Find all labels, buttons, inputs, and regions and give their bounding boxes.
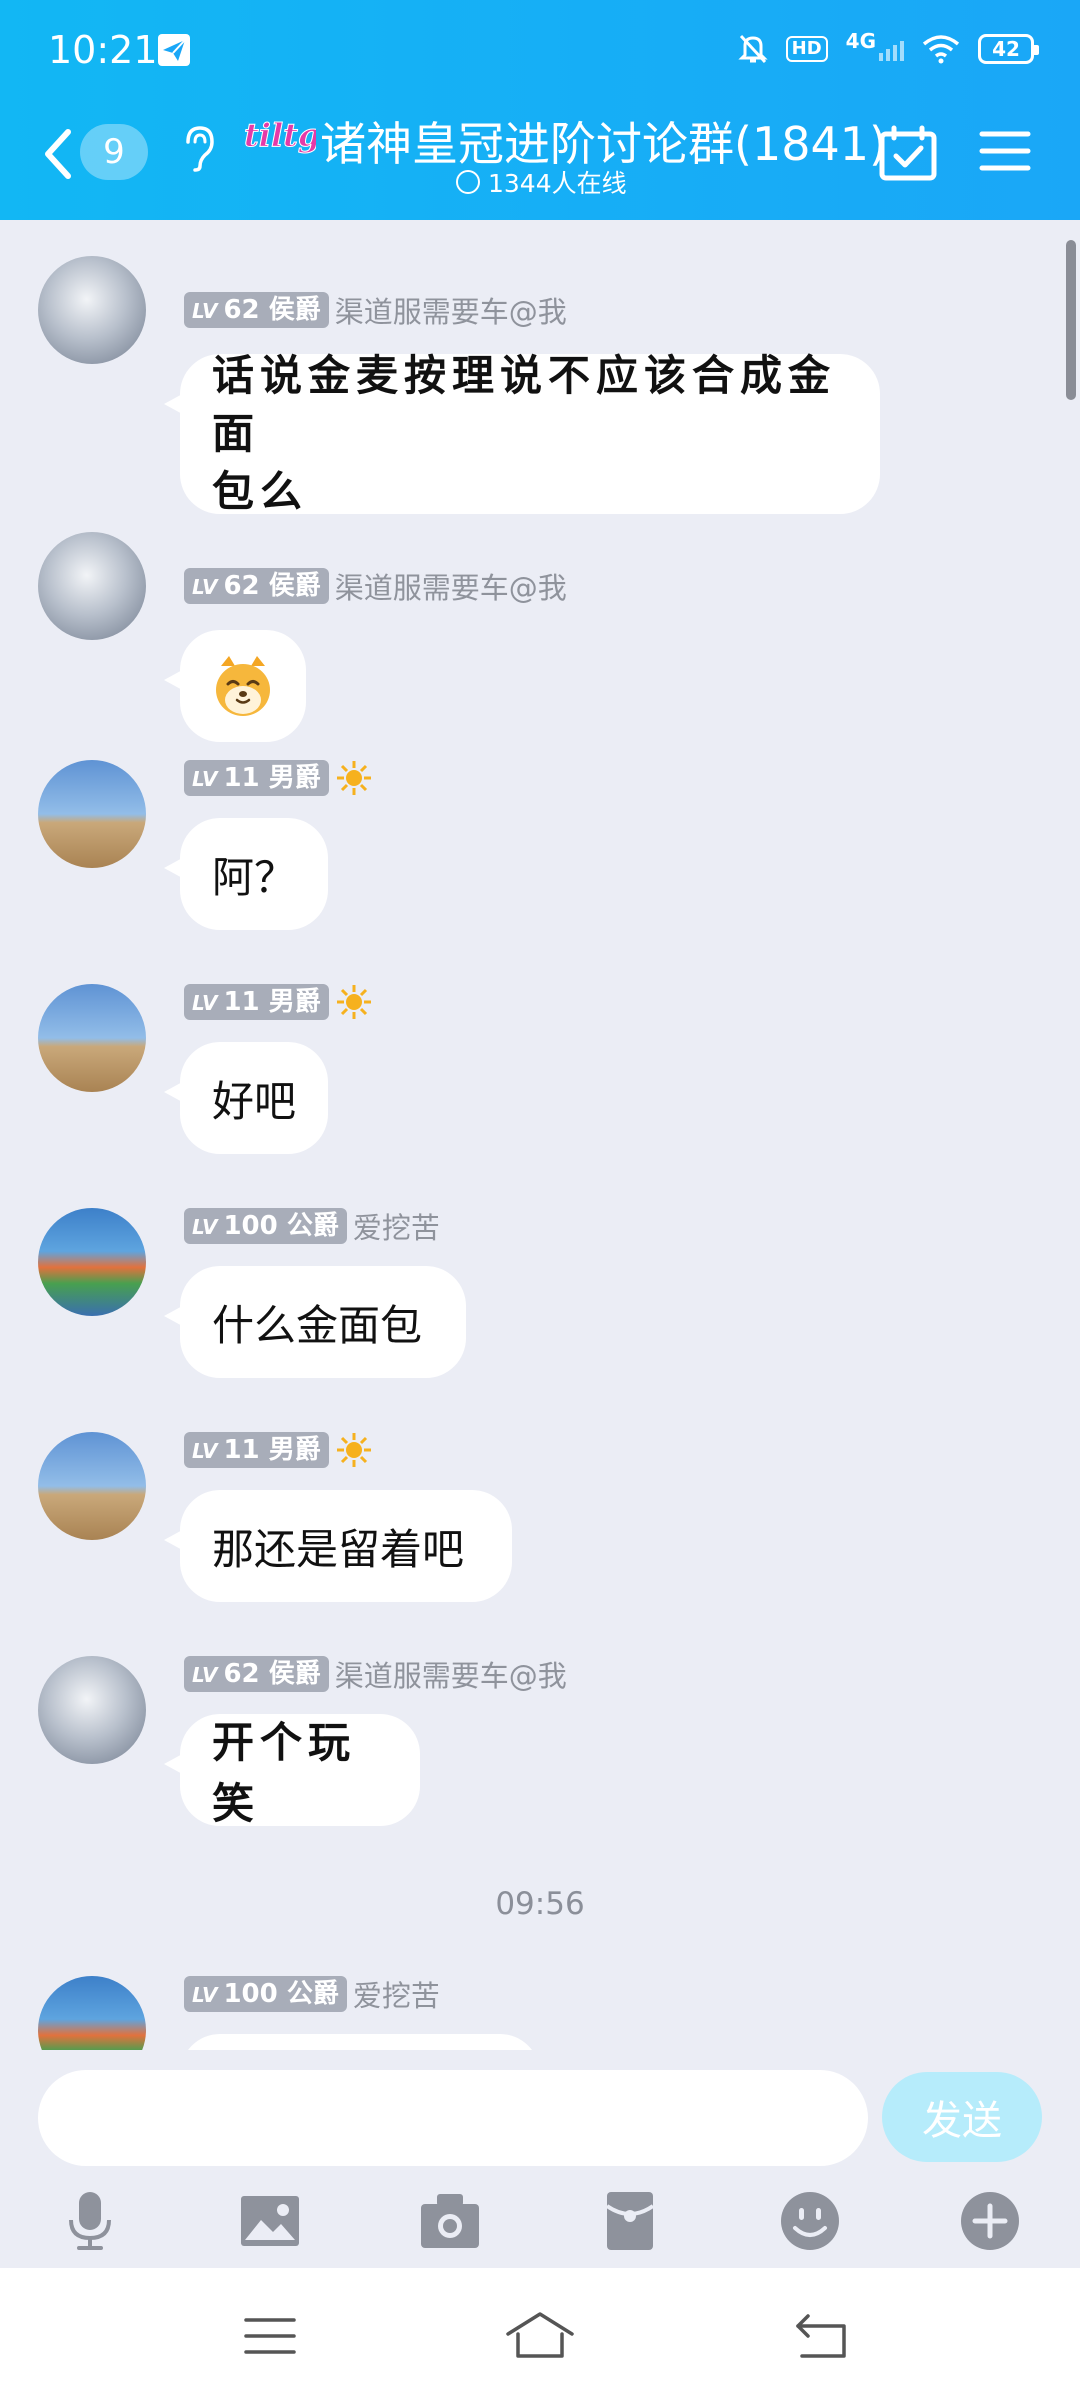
sender-meta: LV 100 公爵 爱挖苦 xyxy=(184,1205,440,1247)
message-bubble[interactable]: 什么金面包 xyxy=(164,1266,466,1378)
avatar[interactable] xyxy=(38,1432,146,1540)
earpiece-mode-icon[interactable] xyxy=(180,120,220,176)
camera-icon[interactable] xyxy=(417,2188,483,2254)
message-item: LV 62 侯爵 渠道服需要车@我 xyxy=(0,532,1080,742)
avatar[interactable] xyxy=(38,760,146,868)
sender-meta: LV 11 男爵 xyxy=(184,984,379,1020)
message-bubble[interactable]: 那还是留着吧 xyxy=(164,1490,512,1602)
microphone-icon[interactable] xyxy=(57,2188,123,2254)
back-arrow-icon[interactable] xyxy=(40,126,76,182)
emoji-icon[interactable] xyxy=(777,2188,843,2254)
group-logo: tiltg xyxy=(244,116,317,155)
battery-indicator: 42 xyxy=(978,34,1039,64)
online-count: 1344人在线 xyxy=(488,169,627,198)
menu-icon[interactable] xyxy=(978,126,1032,176)
level-badge: LV 11 男爵 xyxy=(184,984,329,1020)
level-badge: LV 62 侯爵 xyxy=(184,1656,329,1692)
message-bubble[interactable]: 阿？ xyxy=(164,818,328,930)
status-icons: HD 4G 42 xyxy=(738,26,1039,72)
chat-header: 10:21 HD 4G 42 9 tiltg 诸神皇冠进阶讨论群(1841) 1… xyxy=(0,0,1080,220)
message-bubble[interactable]: 话说金麦按理说不应该合成金面 包么 xyxy=(164,351,880,516)
calendar-check-icon[interactable] xyxy=(878,124,938,184)
wifi-icon xyxy=(922,35,960,64)
level-badge: LV 62 侯爵 xyxy=(184,292,329,328)
avatar[interactable] xyxy=(38,1656,146,1764)
sender-meta: LV 11 男爵 xyxy=(184,1432,379,1468)
telegram-notification-icon xyxy=(158,34,190,66)
message-item: LV 100 公爵 爱挖苦 什么金面包 xyxy=(0,1208,1080,1388)
sender-meta: LV 62 侯爵 渠道服需要车@我 xyxy=(184,565,567,607)
sender-meta: LV 62 侯爵 渠道服需要车@我 xyxy=(184,1653,567,1695)
level-badge: LV 11 男爵 xyxy=(184,760,329,796)
input-toolbar xyxy=(0,2178,1080,2268)
hamster-emoji-icon xyxy=(216,656,270,716)
message-item: LV 100 公爵 爱挖苦 xyxy=(0,1976,1080,2050)
sender-name[interactable]: 爱挖苦 xyxy=(353,1205,440,1247)
avatar[interactable] xyxy=(38,256,146,364)
level-badge: LV 62 侯爵 xyxy=(184,568,329,604)
system-navigation-bar xyxy=(0,2268,1080,2400)
chat-nav-bar: 9 tiltg 诸神皇冠进阶讨论群(1841) 1344人在线 xyxy=(0,100,1080,220)
sun-badge-icon xyxy=(336,761,371,795)
message-input[interactable] xyxy=(38,2070,868,2166)
sender-name[interactable]: 渠道服需要车@我 xyxy=(335,565,567,607)
status-bar: 10:21 HD 4G 42 xyxy=(0,0,1080,100)
sender-meta: LV 62 侯爵 渠道服需要车@我 xyxy=(184,289,567,331)
svg-text:tiltg: tiltg xyxy=(244,116,316,154)
sender-meta: LV 100 公爵 爱挖苦 xyxy=(184,1973,440,2015)
avatar[interactable] xyxy=(38,984,146,1092)
online-status: 1344人在线 xyxy=(456,164,627,200)
mute-bell-icon xyxy=(738,34,768,64)
message-item: LV 62 侯爵 渠道服需要车@我 话说金麦按理说不应该合成金面 包么 xyxy=(0,256,1080,516)
level-badge: LV 11 男爵 xyxy=(184,1432,329,1468)
back-nav-icon[interactable] xyxy=(792,2308,852,2364)
unread-count-badge[interactable]: 9 xyxy=(80,124,148,180)
avatar[interactable] xyxy=(38,1208,146,1316)
message-bubble[interactable]: 开个玩笑 xyxy=(164,1714,420,1828)
message-item: LV 11 男爵 阿？ xyxy=(0,760,1080,940)
sender-name[interactable]: 爱挖苦 xyxy=(353,1973,440,2015)
input-bar: 发送 xyxy=(0,2050,1080,2268)
hd-badge: HD xyxy=(785,36,828,62)
status-time: 10:21 xyxy=(48,28,158,72)
level-badge: LV 100 公爵 xyxy=(184,1208,347,1244)
avatar[interactable] xyxy=(38,1976,146,2050)
sender-name[interactable]: 渠道服需要车@我 xyxy=(335,289,567,331)
red-packet-icon[interactable] xyxy=(597,2188,663,2254)
image-icon[interactable] xyxy=(237,2188,303,2254)
message-bubble[interactable] xyxy=(164,630,306,742)
message-item: LV 11 男爵 好吧 xyxy=(0,984,1080,1164)
recent-apps-icon[interactable] xyxy=(240,2308,300,2364)
sun-badge-icon xyxy=(336,985,371,1019)
home-icon[interactable] xyxy=(504,2308,576,2364)
avatar[interactable] xyxy=(38,532,146,640)
plus-icon[interactable] xyxy=(957,2188,1023,2254)
message-bubble[interactable] xyxy=(180,2034,540,2050)
message-item: LV 62 侯爵 渠道服需要车@我 开个玩笑 xyxy=(0,1656,1080,1836)
sender-name[interactable]: 渠道服需要车@我 xyxy=(335,1653,567,1695)
chat-message-list[interactable]: LV 62 侯爵 渠道服需要车@我 话说金麦按理说不应该合成金面 包么 LV 62 … xyxy=(0,220,1080,2050)
message-bubble[interactable]: 好吧 xyxy=(164,1042,328,1154)
online-check-icon xyxy=(456,170,480,194)
sender-meta: LV 11 男爵 xyxy=(184,760,379,796)
sun-badge-icon xyxy=(336,1433,371,1467)
level-badge: LV 100 公爵 xyxy=(184,1976,347,2012)
message-item: LV 11 男爵 那还是留着吧 xyxy=(0,1432,1080,1612)
time-divider: 09:56 xyxy=(495,1886,585,1922)
cell-signal-icon: 4G xyxy=(846,29,904,61)
send-button[interactable]: 发送 xyxy=(882,2072,1042,2162)
